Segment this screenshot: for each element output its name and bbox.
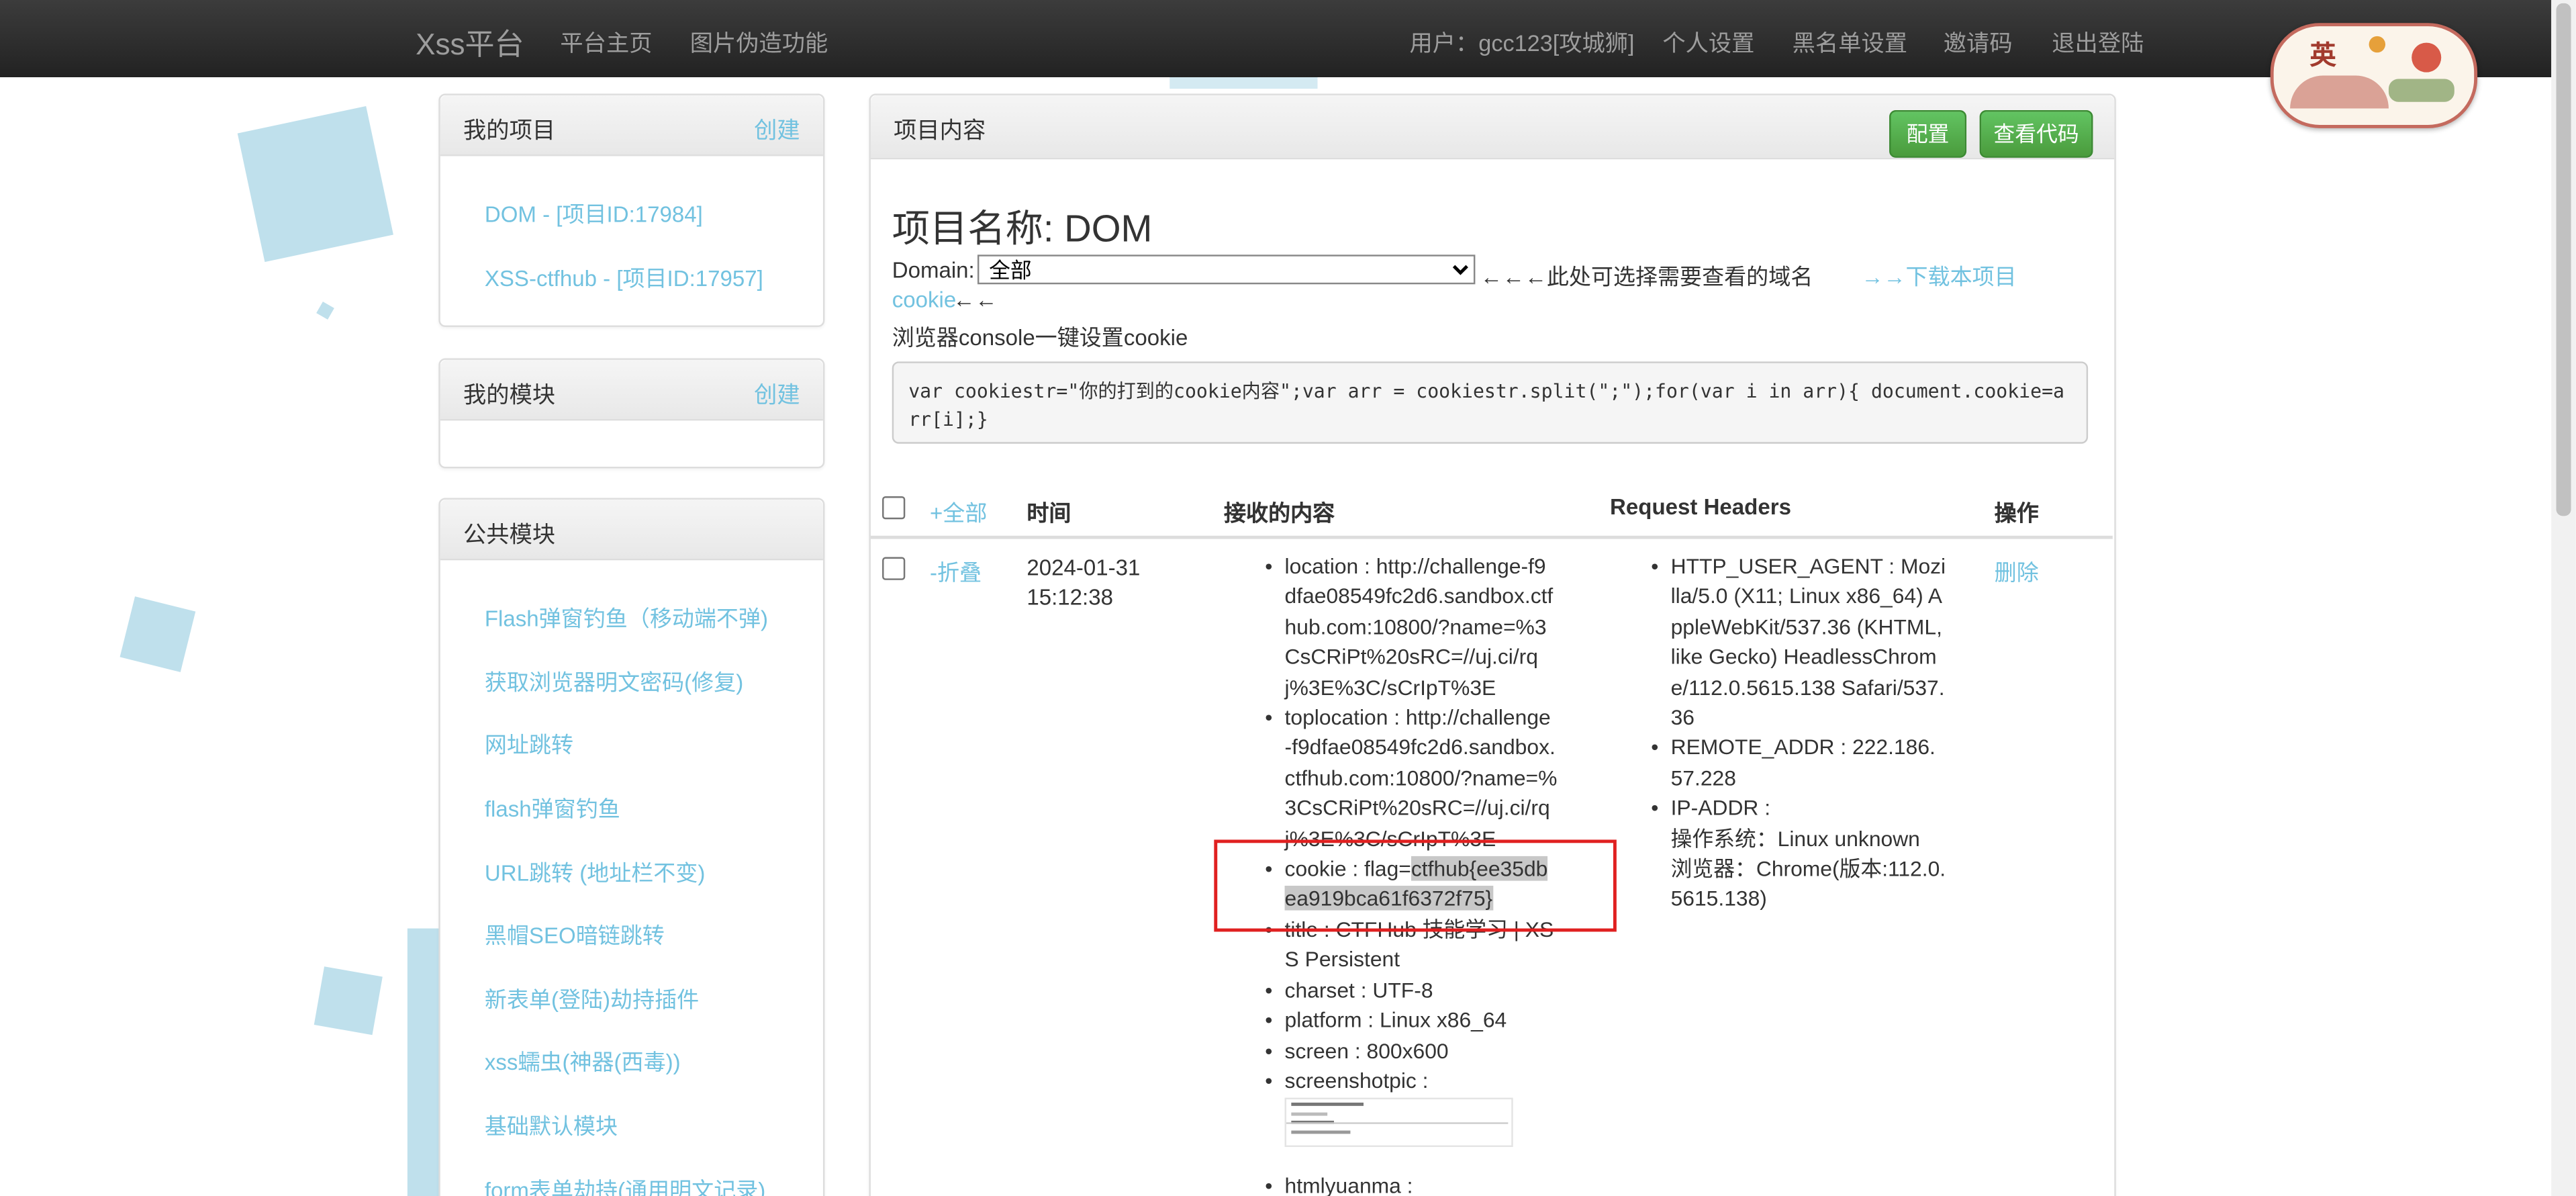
headers-column-header: Request Headers [1610, 494, 1791, 520]
nav-blacklist-link[interactable]: 黑名单设置 [1793, 26, 1907, 59]
content-item-toplocation: toplocation : http://challenge-f9dfae085… [1265, 703, 1558, 854]
my-projects-title: 我的项目 [463, 116, 556, 143]
thumb-line [1291, 1112, 1328, 1116]
nav-invite-link[interactable]: 邀请码 [1944, 26, 2013, 59]
thumb-line [1291, 1102, 1364, 1106]
nav-settings-link[interactable]: 个人设置 [1662, 26, 1754, 59]
table-header-divider [870, 535, 2113, 539]
content-item-platform: platform : Linux x86_64 [1265, 1006, 1558, 1037]
request-headers-list: HTTP_USER_AGENT : Mozilla/5.0 (X11; Linu… [1651, 552, 1946, 915]
decor-square [316, 302, 334, 320]
project-name-heading: 项目名称: DOM [892, 207, 1153, 250]
my-modules-header: 我的模块 创建 [440, 359, 823, 421]
module-link[interactable]: 基础默认模块 [485, 1107, 618, 1140]
public-modules-title: 公共模块 [463, 520, 556, 547]
expand-all-link[interactable]: +全部 [930, 495, 987, 528]
top-navbar: Xss平台 平台主页 图片伪造功能 用户：gcc123[攻城狮] 个人设置 黑名… [0, 0, 2552, 78]
ip-addr-label: IP-ADDR : [1670, 795, 1771, 821]
module-link[interactable]: form表单劫持(通用明文记录) [485, 1172, 765, 1196]
row-time: 2024-01-31 15:12:38 [1027, 555, 1141, 610]
module-link[interactable]: URL跳转 (地址栏不变) [485, 854, 706, 887]
content-column-header: 接收的内容 [1224, 501, 1335, 526]
op-column-header: 操作 [1994, 501, 2039, 526]
domain-hint: ←←←此处可选择需要查看的域名 [1480, 264, 1813, 289]
badge-fruit-shape [2412, 42, 2442, 73]
decor-square [120, 596, 196, 672]
thumb-line [1291, 1130, 1351, 1134]
my-modules-title: 我的模块 [463, 381, 556, 408]
download-project-link[interactable]: →→下载本项目 [1861, 258, 2016, 291]
my-projects-header: 我的项目 创建 [440, 95, 823, 156]
content-item-screen: screen : 800x600 [1265, 1036, 1558, 1067]
decor-square [237, 105, 393, 263]
thumb-line [1286, 1122, 1509, 1124]
nav-user-label: 用户：gcc123[攻城狮] [1409, 30, 1635, 56]
brand-link[interactable]: Xss平台 [416, 21, 524, 64]
view-code-button[interactable]: 查看代码 [1979, 109, 2093, 158]
header-item-ip-addr: IP-ADDR : 操作系统：Linux unknown 浏览器：Chrome(… [1651, 794, 1946, 915]
nav-home-link[interactable]: 平台主页 [560, 26, 652, 59]
time-column-header: 时间 [1027, 501, 1071, 526]
project-content-title: 项目内容 [894, 116, 986, 143]
nav-logout-link[interactable]: 退出登陆 [2052, 26, 2144, 59]
badge-char: 英 [2309, 42, 2336, 71]
highlight-annotation-box [1214, 839, 1617, 932]
delete-row-link[interactable]: 删除 [1995, 554, 2039, 587]
domain-select[interactable]: 全部 [977, 255, 1476, 285]
module-link[interactable]: 黑帽SEO暗链跳转 [485, 917, 665, 950]
decor-strip [407, 928, 440, 1196]
cookie-arrow: ←← [953, 287, 998, 312]
console-label: 浏览器console一键设置cookie [892, 325, 1188, 351]
config-button[interactable]: 配置 [1889, 109, 1967, 158]
module-link[interactable]: 网址跳转 [485, 727, 573, 760]
domain-label: Domain: [892, 258, 975, 283]
ime-badge-icon[interactable]: 英 [2270, 23, 2478, 128]
create-module-link[interactable]: 创建 [754, 378, 800, 411]
row-checkbox[interactable] [882, 557, 906, 580]
nav-image-forgery-link[interactable]: 图片伪造功能 [690, 26, 828, 59]
content-item-htmlyuanma: htmlyuanma : [1265, 1172, 1558, 1196]
cookie-link[interactable]: cookie [892, 287, 957, 312]
screenshot-thumbnail[interactable] [1284, 1097, 1513, 1148]
project-link-xss-ctfhub[interactable]: XSS-ctfhub - [项目ID:17957] [485, 260, 763, 293]
fold-row-link[interactable]: -折叠 [930, 554, 982, 587]
badge-leaf-shape [2388, 79, 2454, 102]
module-link[interactable]: xss蠕虫(神器(西毒)) [485, 1044, 681, 1076]
page-stage: Xss平台 平台主页 图片伪造功能 用户：gcc123[攻城狮] 个人设置 黑名… [0, 0, 2576, 1196]
module-link[interactable]: 获取浏览器明文密码(修复) [485, 664, 743, 697]
badge-dot-shape [2369, 36, 2386, 53]
module-link[interactable]: 新表单(登陆)劫持插件 [485, 981, 699, 1014]
content-item-location: location : http://challenge-f9dfae08549f… [1265, 552, 1558, 703]
project-link-dom[interactable]: DOM - [项目ID:17984] [485, 195, 703, 228]
header-item-remote-addr: REMOTE_ADDR : 222.186.57.228 [1651, 733, 1946, 794]
cookie-code-block[interactable]: var cookiestr="你的打到的cookie内容";var arr = … [892, 361, 2089, 444]
decor-square [314, 966, 383, 1036]
module-link[interactable]: Flash弹窗钓鱼（移动端不弹) [485, 600, 768, 633]
create-project-link[interactable]: 创建 [754, 113, 800, 146]
content-item-charset: charset : UTF-8 [1265, 976, 1558, 1007]
browser-info: 浏览器：Chrome(版本:112.0.5615.138) [1670, 856, 1946, 911]
page-scrollbar[interactable] [2551, 0, 2576, 1196]
badge-mountain-shape [2290, 75, 2389, 109]
public-modules-header: 公共模块 [440, 499, 823, 561]
scrollbar-thumb[interactable] [2556, 3, 2571, 516]
os-info: 操作系统：Linux unknown [1670, 825, 1920, 851]
module-link[interactable]: flash弹窗钓鱼 [485, 790, 620, 823]
content-item-screenshotpic: screenshotpic : [1265, 1066, 1558, 1097]
my-modules-panel: 我的模块 创建 [438, 358, 825, 469]
header-item-user-agent: HTTP_USER_AGENT : Mozilla/5.0 (X11; Linu… [1651, 552, 1946, 733]
select-all-checkbox[interactable] [882, 496, 906, 520]
